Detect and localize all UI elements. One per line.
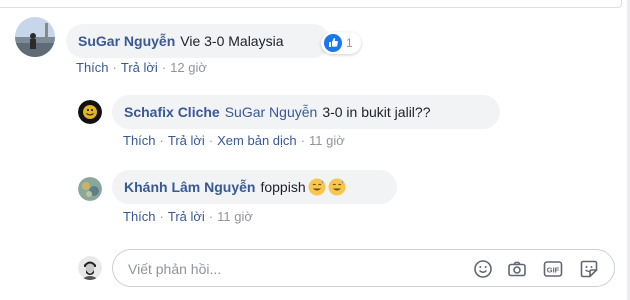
reply-input[interactable] xyxy=(126,250,430,288)
grinning-sweat-emoji-icon xyxy=(308,178,326,196)
reply-text: foppish xyxy=(260,179,306,195)
reply-author[interactable]: Schafix Cliche xyxy=(124,104,220,120)
reply-link[interactable]: Trả lời xyxy=(168,133,205,148)
avatar[interactable] xyxy=(15,17,55,57)
reply-author[interactable]: Khánh Lâm Nguyễn xyxy=(124,179,255,195)
translate-link[interactable]: Xem bản dịch xyxy=(217,133,297,148)
reaction-count[interactable]: 1 xyxy=(321,32,361,54)
reply-bubble: Schafix Cliche SuGar Nguyễn 3-0 in bukit… xyxy=(112,95,500,129)
avatar[interactable] xyxy=(78,100,102,124)
like-icon xyxy=(324,34,342,52)
mention-link[interactable]: SuGar Nguyễn xyxy=(225,104,318,120)
reply-link[interactable]: Trả lời xyxy=(121,60,158,75)
like-link[interactable]: Thích xyxy=(76,60,109,75)
comment-time[interactable]: 12 giờ xyxy=(170,60,207,75)
svg-text:GIF: GIF xyxy=(547,265,560,274)
reaction-count-label: 1 xyxy=(346,36,353,50)
gif-icon[interactable]: GIF xyxy=(543,259,563,279)
reply-bubble: Khánh Lâm Nguyễn foppish xyxy=(112,170,397,204)
comment-bubble: SuGar Nguyễn Vie 3-0 Malaysia xyxy=(66,24,330,58)
previous-comment-border xyxy=(0,0,622,8)
grinning-sweat-emoji-icon xyxy=(328,178,346,196)
comment-author[interactable]: SuGar Nguyễn xyxy=(78,33,175,49)
current-user-avatar[interactable] xyxy=(78,256,102,280)
reply-actions: Thích · Trả lời · Xem bản dịch · 11 giờ xyxy=(123,133,345,148)
camera-icon[interactable] xyxy=(507,259,527,279)
reply-link[interactable]: Trả lời xyxy=(168,209,205,224)
reply-time[interactable]: 11 giờ xyxy=(217,209,253,224)
comment-actions: Thích · Trả lời · 12 giờ xyxy=(76,60,207,75)
reply-actions: Thích · Trả lời · 11 giờ xyxy=(123,209,253,224)
reply-time[interactable]: 11 giờ xyxy=(309,133,345,148)
sticker-icon[interactable] xyxy=(579,259,599,279)
reply-composer[interactable]: GIF xyxy=(112,249,615,288)
avatar[interactable] xyxy=(78,177,102,201)
like-link[interactable]: Thích xyxy=(123,209,156,224)
emoji-icon[interactable] xyxy=(473,259,493,279)
comment-text: Vie 3-0 Malaysia xyxy=(180,33,284,49)
reply-text: 3-0 in bukit jalil?? xyxy=(322,104,431,120)
like-link[interactable]: Thích xyxy=(123,133,156,148)
